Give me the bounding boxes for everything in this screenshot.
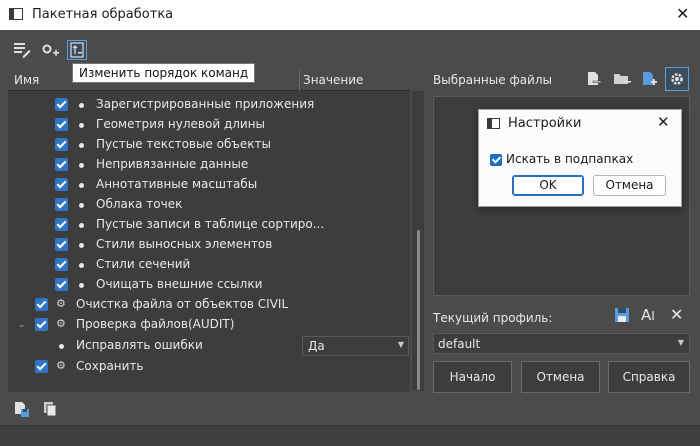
settings-dialog: Настройки ✕ Искать в подпапках OK Отмена xyxy=(478,109,682,207)
item-checkbox[interactable] xyxy=(55,158,68,171)
column-value-header[interactable]: Значение xyxy=(303,73,363,87)
close-icon[interactable]: ✕ xyxy=(676,4,689,23)
delete-profile-icon[interactable]: ✕ xyxy=(670,306,686,324)
bullet-icon xyxy=(79,163,84,168)
fix-errors-select[interactable]: Да ▼ xyxy=(302,336,409,356)
tree-item-label[interactable]: Непривязанные данные xyxy=(96,157,248,171)
dropdown-arrow-icon: ▼ xyxy=(677,338,684,347)
dropdown-arrow-icon: ▼ xyxy=(397,340,404,349)
profile-value: default xyxy=(438,337,481,351)
bullet-icon xyxy=(79,243,84,248)
tree-item-label[interactable]: Проверка файлов(AUDIT) xyxy=(76,317,234,331)
tree-item-label[interactable]: Геометрия нулевой длины xyxy=(96,117,265,131)
bullet-icon xyxy=(79,203,84,208)
tree-item-label[interactable]: Облака точек xyxy=(96,197,182,211)
item-checkbox[interactable] xyxy=(55,118,68,131)
profile-label: Текущий профиль: xyxy=(433,311,553,325)
tree-item-label[interactable]: Очистка файла от объектов CIVIL xyxy=(76,297,288,311)
column-separator[interactable] xyxy=(299,70,300,91)
item-checkbox[interactable] xyxy=(55,138,68,151)
close-icon[interactable]: ✕ xyxy=(657,113,670,131)
search-subfolders-label[interactable]: Искать в подпапках xyxy=(506,152,633,166)
rename-profile-icon[interactable]: AI xyxy=(641,306,659,324)
reorder-commands-icon[interactable] xyxy=(67,40,87,60)
copy-list-icon[interactable] xyxy=(41,400,59,418)
dialog-app-icon xyxy=(487,118,500,129)
item-checkbox[interactable] xyxy=(55,98,68,111)
window-title: Пакетная обработка xyxy=(32,7,174,22)
status-strip xyxy=(0,425,700,446)
item-checkbox[interactable] xyxy=(55,278,68,291)
save-profile-icon[interactable] xyxy=(613,306,631,324)
bullet-icon xyxy=(79,263,84,268)
item-checkbox[interactable] xyxy=(55,178,68,191)
add-file-icon[interactable] xyxy=(585,70,603,88)
item-checkbox[interactable] xyxy=(35,298,48,311)
dialog-title: Настройки xyxy=(508,116,582,131)
profile-select[interactable]: default ▼ xyxy=(433,333,690,354)
settings-gear-icon[interactable] xyxy=(665,67,689,91)
tree-item-label[interactable]: Зарегистрированные приложения xyxy=(96,97,314,111)
tree-item-label[interactable]: Пустые текстовые объекты xyxy=(96,137,271,151)
bullet-icon xyxy=(79,283,84,288)
bullet-icon xyxy=(79,183,84,188)
tree-item-label[interactable]: Аннотативные масштабы xyxy=(96,177,257,191)
search-subfolders-checkbox[interactable] xyxy=(490,154,502,166)
column-name-header[interactable]: Имя xyxy=(14,73,39,87)
ok-button[interactable]: OK xyxy=(512,175,584,196)
gear-icon: ⚙ xyxy=(56,317,66,330)
bullet-icon xyxy=(79,103,84,108)
tree-item-label[interactable]: Стили сечений xyxy=(96,257,190,271)
item-checkbox[interactable] xyxy=(35,360,48,373)
cancel-button[interactable]: Отмена xyxy=(521,361,600,393)
dialog-cancel-button[interactable]: Отмена xyxy=(593,175,666,196)
add-folder-icon[interactable] xyxy=(612,70,632,88)
bullet-icon xyxy=(79,123,84,128)
tree-item-label[interactable]: Очищать внешние ссылки xyxy=(96,277,262,291)
tree-item-label[interactable]: Пустые записи в таблице сортиро... xyxy=(96,217,324,231)
help-button[interactable]: Справка xyxy=(608,361,690,393)
item-checkbox[interactable] xyxy=(55,238,68,251)
item-checkbox[interactable] xyxy=(55,258,68,271)
tree-item-label[interactable]: Стили выносных элементов xyxy=(96,237,272,251)
bullet-icon xyxy=(79,223,84,228)
bullet-icon xyxy=(79,143,84,148)
window-titlebar: Пакетная обработка ✕ xyxy=(0,0,700,30)
add-command-icon[interactable] xyxy=(40,40,60,60)
app-icon xyxy=(9,8,23,20)
scrollbar-thumb[interactable] xyxy=(417,230,420,390)
save-list-icon[interactable] xyxy=(13,400,31,418)
item-checkbox[interactable] xyxy=(55,198,68,211)
tooltip: Изменить порядок команд xyxy=(72,63,256,83)
tree-item-label[interactable]: Сохранить xyxy=(76,359,144,373)
select-value: Да xyxy=(308,339,325,353)
start-button[interactable]: Начало xyxy=(433,361,512,393)
item-checkbox[interactable] xyxy=(55,218,68,231)
gear-icon: ⚙ xyxy=(56,297,66,310)
tree-item-label[interactable]: Исправлять ошибки xyxy=(76,338,203,352)
chevron-down-icon[interactable]: ⌄ xyxy=(18,320,26,330)
item-checkbox[interactable] xyxy=(35,318,48,331)
bullet-icon xyxy=(59,344,64,349)
files-label: Выбранные файлы xyxy=(433,73,552,87)
edit-list-icon[interactable] xyxy=(12,40,32,60)
add-file-plus-icon[interactable] xyxy=(640,70,658,88)
gear-icon: ⚙ xyxy=(56,359,66,372)
